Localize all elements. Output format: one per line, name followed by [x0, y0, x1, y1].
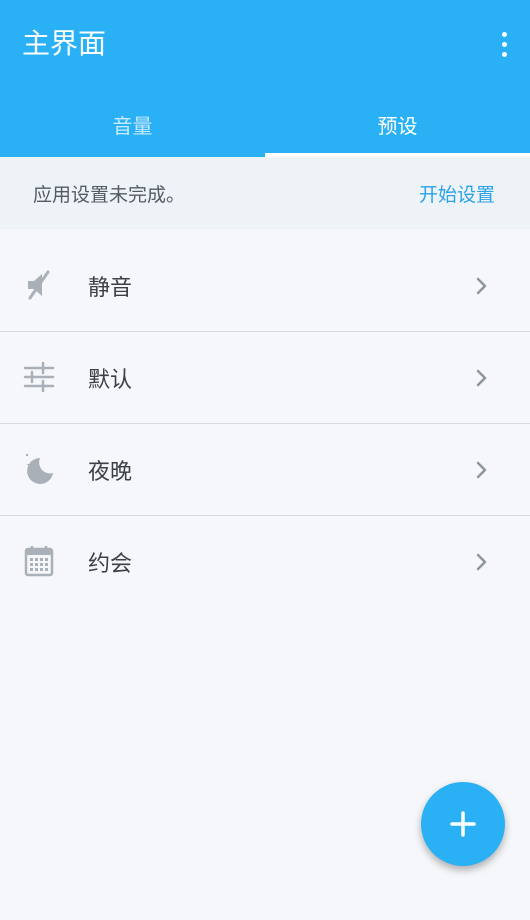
preset-list: 静音 默认 夜晚 约会: [0, 240, 530, 608]
chevron-right-icon: [476, 277, 487, 295]
chevron-right-icon: [476, 553, 487, 571]
more-vert-icon-dot: [501, 41, 507, 47]
calendar-icon: [24, 546, 54, 577]
more-vert-icon: [501, 31, 507, 37]
app-screen: 主界面 音量 预设 应用设置未完成。 开始设置 静音 默认 夜晚 约会: [0, 0, 530, 920]
start-setup-link[interactable]: 开始设置: [419, 180, 495, 207]
setup-banner: 应用设置未完成。 开始设置: [0, 157, 530, 229]
mute-icon: [28, 270, 50, 300]
preset-item-mute[interactable]: 静音: [0, 240, 530, 332]
preset-label: 夜晚: [88, 459, 133, 485]
chevron-right-icon: [476, 461, 487, 479]
preset-label: 约会: [88, 552, 133, 577]
preset-label: 静音: [88, 275, 133, 301]
preset-label: 默认: [88, 367, 133, 393]
add-preset-button[interactable]: [421, 782, 505, 866]
preset-item-default[interactable]: 默认: [0, 332, 530, 424]
overflow-menu-button[interactable]: [490, 26, 518, 62]
preset-item-night[interactable]: 夜晚: [0, 424, 530, 516]
tab-volume[interactable]: 音量: [0, 92, 265, 157]
plus-icon: [450, 811, 476, 837]
sliders-icon: [23, 361, 55, 393]
tab-presets[interactable]: 预设: [265, 92, 530, 157]
chevron-right-icon: [476, 369, 487, 387]
moon-star-icon: [25, 453, 53, 484]
tab-bar: 音量 预设: [0, 92, 530, 157]
page-title: 主界面: [22, 27, 107, 60]
app-bar: 主界面 音量 预设: [0, 0, 530, 157]
setup-message: 应用设置未完成。: [33, 183, 186, 206]
more-vert-icon-dot: [501, 51, 507, 57]
preset-item-date[interactable]: 约会: [0, 516, 530, 608]
